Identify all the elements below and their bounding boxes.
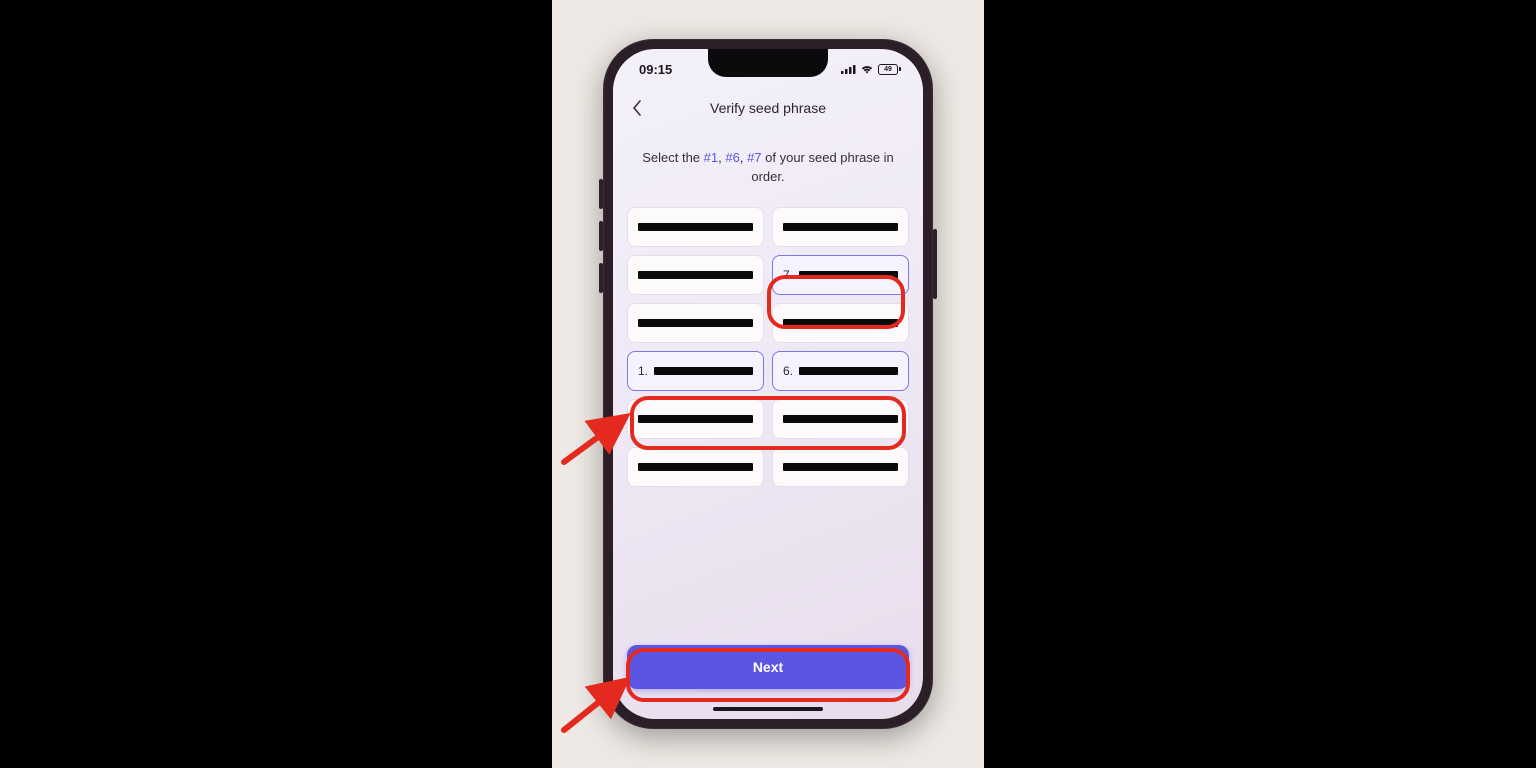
- redacted-word: [799, 271, 898, 279]
- chip-number: 6.: [783, 364, 793, 378]
- annotation-arrow-icon: [558, 400, 632, 468]
- instruction-text: Select the #1, #6, #7 of your seed phras…: [627, 149, 909, 207]
- redacted-word: [783, 463, 898, 471]
- wifi-icon: [860, 64, 874, 74]
- redacted-word: [799, 367, 898, 375]
- redacted-word: [638, 223, 753, 231]
- redacted-word: [783, 415, 898, 423]
- tutorial-stage: 09:15: [552, 0, 984, 768]
- chip-number: 1.: [638, 364, 648, 378]
- instruction-index-2: #6: [725, 150, 739, 165]
- seed-word-chip[interactable]: [627, 447, 764, 487]
- seed-word-chip[interactable]: [627, 399, 764, 439]
- home-indicator: [713, 707, 823, 711]
- back-button[interactable]: [627, 98, 647, 118]
- status-right: 49: [841, 64, 901, 75]
- seed-word-grid: 7. 1. 6.: [627, 207, 909, 487]
- seed-word-chip[interactable]: [627, 255, 764, 295]
- next-button[interactable]: Next: [627, 645, 909, 689]
- annotation-arrow-icon: [558, 668, 632, 736]
- seed-word-chip-selected[interactable]: 7.: [772, 255, 909, 295]
- instruction-prefix: Select the: [642, 150, 703, 165]
- redacted-word: [654, 367, 753, 375]
- seed-word-chip-selected[interactable]: 1.: [627, 351, 764, 391]
- instruction-sep-2: ,: [740, 150, 747, 165]
- next-button-label: Next: [753, 659, 783, 675]
- instruction-suffix: of your seed phrase in order.: [751, 150, 893, 184]
- phone-screen: 09:15: [613, 49, 923, 719]
- battery-icon: 49: [878, 64, 901, 75]
- seed-word-chip[interactable]: [772, 303, 909, 343]
- cellular-signal-icon: [841, 64, 856, 74]
- redacted-word: [638, 415, 753, 423]
- seed-word-chip[interactable]: [772, 207, 909, 247]
- redacted-word: [638, 319, 753, 327]
- screen-content: Select the #1, #6, #7 of your seed phras…: [613, 149, 923, 719]
- seed-word-chip[interactable]: [772, 399, 909, 439]
- seed-word-chip[interactable]: [627, 207, 764, 247]
- chevron-left-icon: [632, 100, 642, 116]
- seed-word-chip-selected[interactable]: 6.: [772, 351, 909, 391]
- redacted-word: [783, 223, 898, 231]
- redacted-word: [638, 271, 753, 279]
- instruction-index-3: #7: [747, 150, 761, 165]
- seed-word-chip[interactable]: [772, 447, 909, 487]
- nav-bar: Verify seed phrase: [613, 91, 923, 125]
- status-time: 09:15: [639, 62, 672, 77]
- phone-frame: 09:15: [603, 39, 933, 729]
- seed-word-chip[interactable]: [627, 303, 764, 343]
- phone-notch: [708, 49, 828, 77]
- chip-number: 7.: [783, 268, 793, 282]
- redacted-word: [638, 463, 753, 471]
- redacted-word: [783, 319, 898, 327]
- instruction-index-1: #1: [704, 150, 718, 165]
- battery-level: 49: [884, 66, 892, 73]
- page-title: Verify seed phrase: [613, 100, 923, 116]
